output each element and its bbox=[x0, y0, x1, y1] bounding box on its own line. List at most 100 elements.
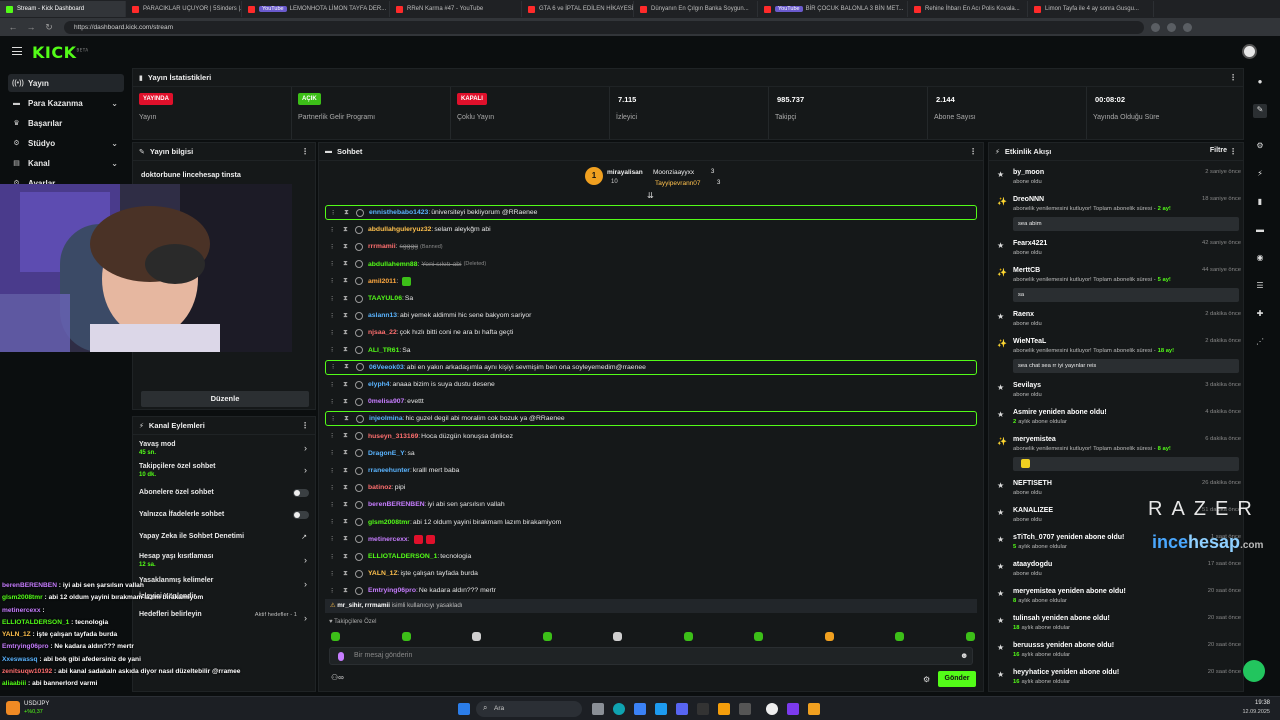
ban-icon[interactable] bbox=[355, 500, 363, 509]
store-icon[interactable] bbox=[634, 703, 646, 715]
event-name[interactable]: by_moon bbox=[1013, 169, 1044, 176]
chat-username[interactable]: YALN_1Z bbox=[368, 570, 398, 577]
browser-tab[interactable]: RReN Karma #47 - YouTube bbox=[390, 1, 522, 17]
browser-tab[interactable]: GTA 6 ve İPTAL EDİLEN HİKAYESİ... bbox=[522, 1, 634, 17]
chat-username[interactable]: 06Veeok03 bbox=[369, 364, 404, 371]
task-view-icon[interactable] bbox=[592, 703, 604, 715]
app-icon[interactable] bbox=[697, 703, 709, 715]
edge-icon[interactable] bbox=[613, 703, 625, 715]
chat-username[interactable]: aslann13 bbox=[368, 312, 397, 319]
chevron-right-icon[interactable]: › bbox=[304, 443, 307, 453]
timeout-icon[interactable]: ⧗ bbox=[343, 518, 351, 526]
chevron-right-icon[interactable]: › bbox=[304, 579, 307, 589]
pin-icon[interactable]: ⁝ bbox=[331, 243, 339, 251]
microphone-icon[interactable] bbox=[338, 652, 344, 661]
event-name[interactable]: WieNTeaL bbox=[1013, 338, 1046, 345]
ban-icon[interactable] bbox=[356, 414, 364, 423]
timeout-icon[interactable]: ⧗ bbox=[343, 467, 351, 475]
chat-username[interactable]: rrrmamii bbox=[368, 243, 396, 250]
timeout-icon[interactable]: ⧗ bbox=[343, 449, 351, 457]
emoji-icon[interactable]: ☻ bbox=[960, 651, 968, 660]
event-name[interactable]: Asmire yeniden abone oldu! bbox=[1013, 409, 1107, 416]
menu-icon[interactable] bbox=[1183, 22, 1192, 32]
browser-tab[interactable]: YouTube LEMONHOTA LİMON TAYFA DER... bbox=[242, 1, 390, 17]
ban-icon[interactable] bbox=[355, 586, 363, 595]
help-fab[interactable] bbox=[1243, 660, 1265, 682]
filter-button[interactable]: Filtre bbox=[1210, 147, 1227, 154]
chat-username[interactable]: batinoz bbox=[368, 484, 392, 491]
chat-username[interactable]: ELLIOTALDERSON_1 bbox=[368, 553, 437, 560]
chat-username[interactable]: DragonE_Y bbox=[368, 450, 405, 457]
taskbar-search[interactable]: ⌕ Ara bbox=[476, 701, 582, 717]
pin-icon[interactable]: ⁝ bbox=[331, 432, 339, 440]
info-icon[interactable]: ● bbox=[1254, 76, 1266, 88]
ban-icon[interactable] bbox=[356, 208, 364, 217]
pin-icon[interactable]: ⁝ bbox=[331, 226, 339, 234]
chat-username[interactable]: abdullahemn88 bbox=[368, 261, 417, 268]
emote-icon[interactable] bbox=[895, 632, 904, 641]
timeout-icon[interactable]: ⧗ bbox=[343, 243, 351, 251]
kick-logo[interactable]: KICKBETA bbox=[32, 43, 89, 62]
obs-icon[interactable] bbox=[766, 703, 778, 715]
browser-tab[interactable]: YouTube BİR ÇOCUK BALONLA 3 BİN MET... bbox=[758, 1, 908, 17]
forward-icon[interactable]: → bbox=[26, 22, 36, 32]
pin-icon[interactable]: ⁝ bbox=[331, 484, 339, 492]
chat-username[interactable]: glsm2008tmr bbox=[368, 519, 410, 526]
ban-icon[interactable] bbox=[356, 363, 364, 372]
activity-more-icon[interactable]: ⋮ bbox=[1229, 147, 1237, 156]
hamburger-menu-icon[interactable] bbox=[12, 47, 22, 55]
ban-icon[interactable] bbox=[355, 397, 363, 406]
event-name[interactable]: Raenx bbox=[1013, 311, 1034, 318]
event-name[interactable]: meryemistea yeniden abone oldu! bbox=[1013, 588, 1126, 595]
browser-tab[interactable]: Stream - Kick Dashboard bbox=[0, 1, 126, 17]
reload-icon[interactable]: ↻ bbox=[44, 22, 54, 32]
chat-more-icon[interactable]: ⋮ bbox=[969, 147, 977, 156]
event-name[interactable]: beruusss yeniden abone oldu! bbox=[1013, 642, 1114, 649]
event-name[interactable]: sTiTch_0707 yeniden abone oldu! bbox=[1013, 534, 1124, 541]
pin-icon[interactable]: ⁝ bbox=[331, 329, 339, 337]
emote-icon[interactable] bbox=[683, 632, 693, 641]
ban-icon[interactable] bbox=[355, 294, 363, 303]
browser-tab[interactable]: Dünyanın En Çılgın Banka Soygun... bbox=[634, 1, 758, 17]
chat-username[interactable]: elyph4 bbox=[368, 381, 390, 388]
chevron-right-icon[interactable]: › bbox=[304, 465, 307, 475]
timeout-icon[interactable]: ⧗ bbox=[343, 226, 351, 234]
bolt-rail-icon[interactable]: ⚡ bbox=[1254, 168, 1266, 180]
chat-username[interactable]: amil2011 bbox=[368, 278, 396, 285]
profile-icon[interactable] bbox=[1167, 22, 1176, 32]
ban-icon[interactable] bbox=[355, 432, 363, 441]
app3-icon[interactable] bbox=[787, 703, 799, 715]
external-link-icon[interactable]: ↗ bbox=[301, 533, 307, 541]
timeout-icon[interactable]: ⧗ bbox=[343, 570, 351, 578]
telegram-icon[interactable] bbox=[655, 703, 667, 715]
ban-icon[interactable] bbox=[355, 466, 363, 475]
timeout-icon[interactable]: ⧗ bbox=[343, 346, 351, 354]
emote-icon[interactable] bbox=[613, 632, 622, 641]
ban-icon[interactable] bbox=[355, 277, 363, 286]
share-icon[interactable]: ⋰ bbox=[1254, 336, 1266, 348]
channel-action-label[interactable]: Yavaş mod bbox=[139, 441, 176, 448]
back-icon[interactable]: ← bbox=[8, 22, 18, 32]
ban-icon[interactable] bbox=[355, 242, 363, 251]
chat-rail-icon[interactable]: ▬ bbox=[1254, 224, 1266, 236]
pin-icon[interactable]: ⁝ bbox=[331, 570, 339, 578]
pin-icon[interactable]: ⁝ bbox=[331, 518, 339, 526]
page-icon[interactable]: ▮ bbox=[1254, 196, 1266, 208]
event-name[interactable]: heyyhatice yeniden abone oldu! bbox=[1013, 669, 1119, 676]
stats-more-icon[interactable]: ⋮ bbox=[1229, 73, 1237, 82]
pin-icon[interactable]: ⁝ bbox=[331, 346, 339, 354]
pin-icon[interactable]: ⁝ bbox=[331, 312, 339, 320]
chevron-right-icon[interactable]: › bbox=[304, 613, 307, 623]
toggle-switch[interactable] bbox=[293, 489, 309, 497]
sidebar-item[interactable]: ♛ Başarılar bbox=[8, 114, 124, 132]
timeout-icon[interactable]: ⧗ bbox=[343, 381, 351, 389]
ban-icon[interactable] bbox=[355, 449, 363, 458]
timeout-icon[interactable]: ⧗ bbox=[344, 415, 352, 423]
event-name[interactable]: NEFTISETH bbox=[1013, 480, 1052, 487]
chat-username[interactable]: 0melisa907 bbox=[368, 398, 404, 405]
pin-icon[interactable]: ⁝ bbox=[331, 535, 339, 543]
sidebar-item[interactable]: ⚙ Stüdyo ⌄ bbox=[8, 134, 124, 152]
chat-username[interactable]: njsaa_22 bbox=[368, 329, 397, 336]
ban-icon[interactable] bbox=[355, 346, 363, 355]
emote-icon[interactable] bbox=[401, 632, 411, 641]
